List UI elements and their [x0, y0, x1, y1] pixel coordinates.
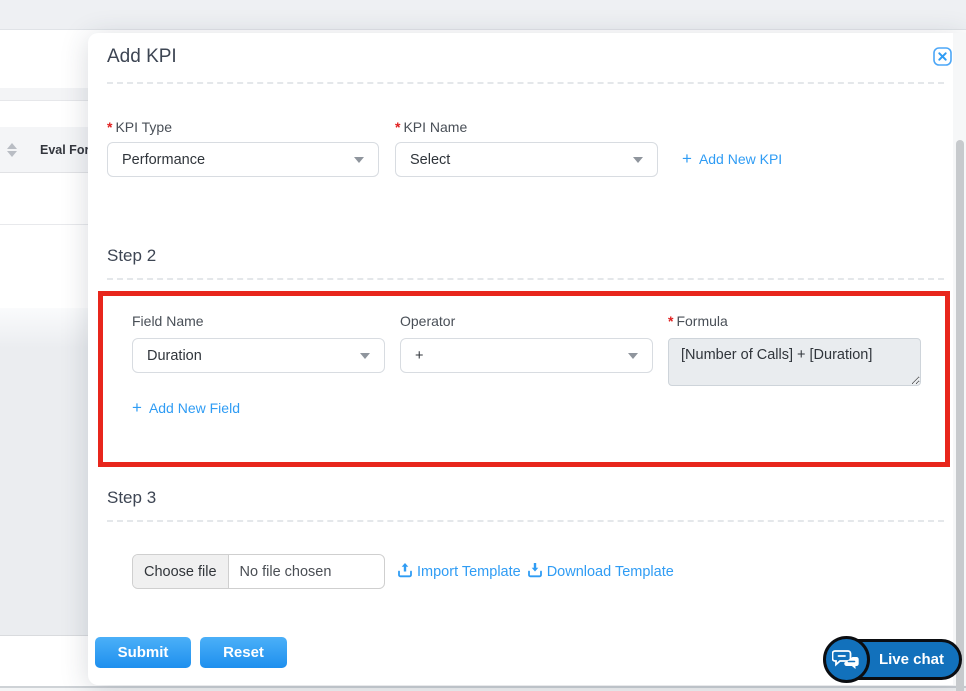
- scrollbar-thumb[interactable]: [956, 140, 964, 691]
- file-status-text: No file chosen: [229, 555, 343, 588]
- required-asterisk: *: [395, 119, 400, 135]
- download-template-label: Download Template: [547, 564, 674, 580]
- template-links: Import Template Download Template: [397, 562, 674, 582]
- add-new-kpi-label: Add New KPI: [699, 151, 782, 167]
- operator-select[interactable]: +: [400, 338, 653, 373]
- add-new-field-link[interactable]: + Add New Field: [132, 400, 240, 416]
- field-name-selected-value: Duration: [147, 348, 202, 364]
- operator-selected-value: +: [415, 348, 423, 364]
- chevron-down-icon: [628, 353, 638, 359]
- add-kpi-modal: Add KPI *KPI Type *KPI Name Performance …: [88, 33, 966, 685]
- chevron-down-icon: [354, 157, 364, 163]
- step3-divider: [107, 520, 944, 522]
- sort-icon[interactable]: [7, 143, 17, 157]
- kpi-type-label: *KPI Type: [107, 119, 172, 135]
- kpi-name-selected-value: Select: [410, 152, 450, 168]
- step3-heading: Step 3: [107, 488, 156, 508]
- close-icon[interactable]: [933, 47, 952, 66]
- import-template-label: Import Template: [417, 564, 521, 580]
- modal-title: Add KPI: [107, 46, 177, 68]
- operator-label: Operator: [400, 313, 455, 329]
- file-input[interactable]: Choose file No file chosen: [132, 554, 385, 589]
- add-new-field-label: Add New Field: [149, 400, 240, 416]
- submit-button[interactable]: Submit: [95, 637, 191, 668]
- step2-heading: Step 2: [107, 246, 156, 266]
- required-asterisk: *: [668, 313, 673, 329]
- formula-textarea[interactable]: [Number of Calls] + [Duration]: [668, 338, 921, 386]
- import-template-link[interactable]: Import Template: [397, 562, 521, 582]
- field-name-label: Field Name: [132, 313, 204, 329]
- kpi-type-select[interactable]: Performance: [107, 142, 379, 177]
- download-icon: [527, 562, 543, 582]
- download-template-link[interactable]: Download Template: [527, 562, 674, 582]
- required-asterisk: *: [107, 119, 112, 135]
- upload-icon: [397, 562, 413, 582]
- chevron-down-icon: [360, 353, 370, 359]
- chevron-down-icon: [633, 157, 643, 163]
- field-name-select[interactable]: Duration: [132, 338, 385, 373]
- kpi-name-label: *KPI Name: [395, 119, 467, 135]
- reset-button[interactable]: Reset: [200, 637, 287, 668]
- header-divider: [107, 82, 944, 84]
- formula-label: *Formula: [668, 313, 728, 329]
- plus-icon: +: [682, 152, 692, 166]
- page-top-band: [0, 0, 966, 30]
- choose-file-button[interactable]: Choose file: [133, 555, 229, 588]
- step2-divider: [107, 278, 944, 280]
- live-chat-widget[interactable]: Live chat: [823, 636, 962, 683]
- kpi-name-select[interactable]: Select: [395, 142, 658, 177]
- add-new-kpi-link[interactable]: + Add New KPI: [682, 151, 782, 167]
- kpi-type-selected-value: Performance: [122, 152, 205, 168]
- chat-bubble-icon: [823, 636, 870, 683]
- plus-icon: +: [132, 401, 142, 415]
